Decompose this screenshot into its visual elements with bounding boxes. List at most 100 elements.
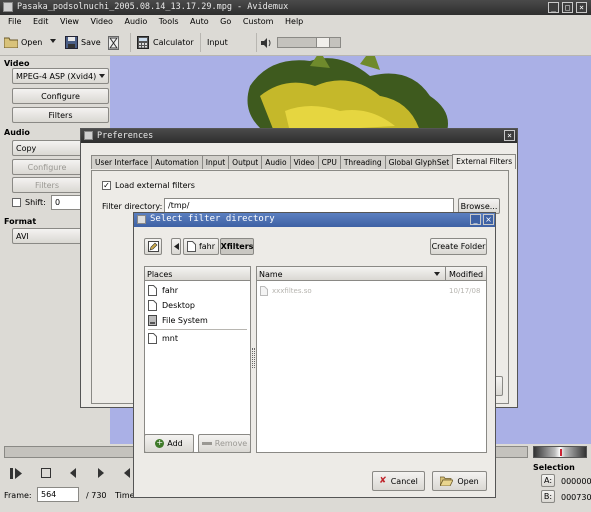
place-file-system-label: File System xyxy=(162,316,208,325)
menu-tools[interactable]: Tools xyxy=(159,17,179,26)
crumb-fahr[interactable]: fahr xyxy=(183,238,219,255)
selection-b-button[interactable]: B: xyxy=(541,490,555,503)
audio-heading: Audio xyxy=(4,128,30,137)
next-frame-icon[interactable] xyxy=(98,468,104,478)
tab-external-filters[interactable]: External Filters xyxy=(452,154,517,169)
tab-output[interactable]: Output xyxy=(228,155,263,169)
minimize-button[interactable]: _ xyxy=(548,2,559,13)
input-label[interactable]: Input xyxy=(207,38,228,47)
path-back-button[interactable] xyxy=(171,238,181,255)
place-fahr[interactable]: fahr xyxy=(145,283,250,298)
add-place-button[interactable]: + Add xyxy=(144,434,194,453)
edit-path-button[interactable] xyxy=(144,238,162,255)
name-column-header[interactable]: Name xyxy=(257,267,446,281)
menu-custom[interactable]: Custom xyxy=(243,17,274,26)
preferences-tabs: User Interface Automation Input Output Audio… xyxy=(91,154,517,170)
format-select[interactable]: AVI xyxy=(12,228,82,244)
menu-file[interactable]: File xyxy=(8,17,21,26)
previous-frame-icon[interactable] xyxy=(70,468,76,478)
selection-a-button[interactable]: A: xyxy=(541,474,555,487)
menu-view[interactable]: View xyxy=(60,17,79,26)
file-chooser-dialog: Select filter directory _ × fahr Xfilter… xyxy=(133,212,496,498)
audio-filters-button[interactable]: Filters xyxy=(12,177,82,193)
file-row[interactable]: xxxfiltes.so 10/17/08 xyxy=(257,286,486,298)
file-chooser-titlebar: Select filter directory _ × xyxy=(134,213,495,227)
home-folder-icon xyxy=(148,285,157,296)
window-title: Pasaka_podsolnuchi_2005.08.14_13.17.29.m… xyxy=(17,2,289,12)
frame-input[interactable]: 564 xyxy=(37,487,79,502)
open-label: Open xyxy=(457,476,479,486)
tab-video[interactable]: Video xyxy=(289,155,319,169)
toolbar-separator xyxy=(200,33,201,52)
open-button[interactable]: Open xyxy=(4,34,48,51)
preferences-close-button[interactable]: × xyxy=(504,130,515,141)
audio-configure-button[interactable]: Configure xyxy=(12,159,82,175)
filter-dir-label: Filter directory: xyxy=(102,202,163,211)
selection-b-value: 000730 xyxy=(561,493,591,502)
menu-auto[interactable]: Auto xyxy=(190,17,209,26)
pencil-icon xyxy=(147,241,159,252)
modified-column-header[interactable]: Modified xyxy=(446,267,486,281)
file-chooser-close-button[interactable]: × xyxy=(483,214,494,225)
save-button[interactable]: Save xyxy=(65,34,105,51)
tab-threading[interactable]: Threading xyxy=(339,155,386,169)
menu-help[interactable]: Help xyxy=(285,17,303,26)
name-column-label: Name xyxy=(259,270,283,279)
volume-slider[interactable] xyxy=(277,37,341,48)
maximize-button[interactable]: □ xyxy=(562,2,573,13)
total-frames: / 730 xyxy=(86,491,107,500)
open-dropdown-icon[interactable] xyxy=(50,39,56,43)
tab-automation[interactable]: Automation xyxy=(151,155,203,169)
place-desktop[interactable]: Desktop xyxy=(145,298,250,313)
toolbar-separator xyxy=(130,33,131,52)
save-label: Save xyxy=(81,38,101,47)
remove-place-button[interactable]: Remove xyxy=(198,434,251,453)
menu-edit[interactable]: Edit xyxy=(33,17,49,26)
harddisk-icon xyxy=(148,315,157,326)
video-configure-button[interactable]: Configure xyxy=(12,88,109,104)
tab-audio[interactable]: Audio xyxy=(261,155,291,169)
video-filters-button[interactable]: Filters xyxy=(12,107,109,123)
video-codec-select[interactable]: MPEG-4 ASP (Xvid4) xyxy=(12,68,109,84)
jog-shuttle[interactable] xyxy=(533,446,587,458)
info-button[interactable] xyxy=(108,36,119,50)
menu-bar: File Edit View Video Audio Tools Auto Go… xyxy=(0,15,591,29)
volume-icon[interactable] xyxy=(261,38,272,48)
cancel-button[interactable]: ✘ Cancel xyxy=(372,471,425,491)
menu-video[interactable]: Video xyxy=(91,17,113,26)
menu-go[interactable]: Go xyxy=(220,17,231,26)
files-pane: Name Modified xxxfiltes.so 10/17/08 xyxy=(256,266,487,453)
play-icon[interactable] xyxy=(10,468,22,479)
file-icon xyxy=(260,286,268,296)
sort-down-icon xyxy=(434,272,440,276)
selection-heading: Selection xyxy=(533,463,575,472)
preferences-title: Preferences xyxy=(97,131,154,141)
tab-cpu[interactable]: CPU xyxy=(317,155,341,169)
audio-codec-value: Copy xyxy=(16,143,37,153)
time-label: Time xyxy=(115,491,135,500)
tab-global-glyphset[interactable]: Global GlyphSet xyxy=(384,155,454,169)
places-header[interactable]: Places xyxy=(145,267,250,281)
shift-input[interactable]: 0 xyxy=(51,195,82,210)
open-label: Open xyxy=(21,38,43,47)
create-folder-button[interactable]: Create Folder xyxy=(430,238,487,255)
place-mnt[interactable]: mnt xyxy=(145,331,250,346)
load-external-checkbox[interactable]: ✓ xyxy=(102,181,111,190)
place-file-system[interactable]: File System xyxy=(145,313,250,328)
audio-codec-select[interactable]: Copy xyxy=(12,140,82,156)
calculator-button[interactable]: Calculator xyxy=(137,34,197,51)
desktop-folder-icon xyxy=(148,300,157,311)
filter-dir-input[interactable]: /tmp/ xyxy=(164,198,454,213)
shift-checkbox[interactable] xyxy=(12,198,21,207)
tab-input[interactable]: Input xyxy=(201,155,230,169)
stop-icon[interactable] xyxy=(41,468,51,478)
pane-resize-handle[interactable] xyxy=(252,348,255,368)
volume-slider-handle[interactable] xyxy=(316,38,330,47)
file-chooser-minimize-button[interactable]: _ xyxy=(470,214,481,225)
close-button[interactable]: × xyxy=(576,2,587,13)
tab-user-interface[interactable]: User Interface xyxy=(91,155,153,169)
previous-keyframe-icon[interactable] xyxy=(124,468,130,478)
open-button[interactable]: Open xyxy=(432,471,487,491)
menu-audio[interactable]: Audio xyxy=(124,17,147,26)
crumb-xfilters[interactable]: Xfilters xyxy=(220,238,254,255)
